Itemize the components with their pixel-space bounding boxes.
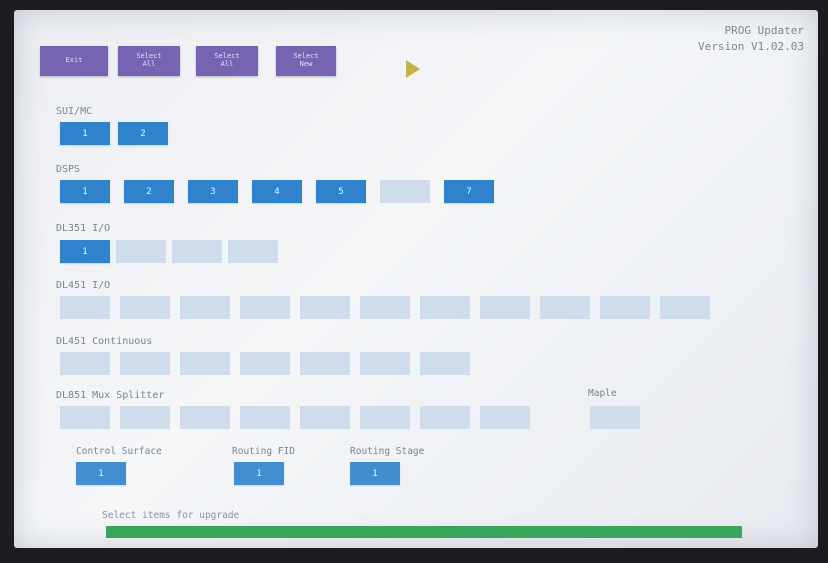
dl851-mux-button[interactable] <box>180 406 230 429</box>
button-line2: New <box>299 60 313 68</box>
progress-bar <box>106 526 742 538</box>
dl851-mux-button[interactable] <box>480 406 530 429</box>
section-title-sui-mc: SUI/MC <box>56 106 93 117</box>
dl451-continuous-button[interactable] <box>360 352 410 375</box>
dl451-io-row <box>60 296 710 319</box>
select-all-button-2[interactable]: Select All <box>196 46 258 76</box>
dsps-button-7[interactable]: 7 <box>444 180 494 203</box>
control-surface-button[interactable]: 1 <box>76 462 126 485</box>
dl451-io-button[interactable] <box>480 296 530 319</box>
dsps-button-3[interactable]: 3 <box>188 180 238 203</box>
dl451-io-button[interactable] <box>420 296 470 319</box>
sui-mc-row: 1 2 <box>60 122 168 145</box>
section-title-dl351-io: DL351 I/O <box>56 223 111 234</box>
routing-fid-button[interactable]: 1 <box>234 462 284 485</box>
dl351-io-button-1[interactable]: 1 <box>60 240 110 263</box>
dl451-continuous-row <box>60 352 470 375</box>
dsps-button-2[interactable]: 2 <box>124 180 174 203</box>
dl851-mux-button[interactable] <box>360 406 410 429</box>
dl451-io-button[interactable] <box>240 296 290 319</box>
dl451-io-button[interactable] <box>120 296 170 319</box>
dl451-io-button[interactable] <box>60 296 110 319</box>
exit-label: Exit <box>65 56 83 65</box>
dl451-io-button[interactable] <box>540 296 590 319</box>
dl451-io-button[interactable] <box>360 296 410 319</box>
updater-screen: Exit Select All Select All Select New PR… <box>14 10 818 548</box>
dl451-continuous-button[interactable] <box>300 352 350 375</box>
dl351-io-row: 1 <box>60 240 278 263</box>
app-title: PROG Updater <box>724 24 804 37</box>
dl351-io-button-3[interactable] <box>172 240 222 263</box>
dsps-button-5[interactable]: 5 <box>316 180 366 203</box>
dl851-mux-button[interactable] <box>60 406 110 429</box>
section-title-dl451-continuous: DL451 Continuous <box>56 336 153 347</box>
maple-button[interactable] <box>590 406 640 429</box>
progress-fill <box>106 526 742 538</box>
exit-button[interactable]: Exit <box>40 46 108 76</box>
section-title-dsps: DSPS <box>56 164 81 175</box>
dl351-io-button-4[interactable] <box>228 240 278 263</box>
dsps-row: 1 2 3 4 5 7 <box>60 180 494 203</box>
dl451-io-button[interactable] <box>300 296 350 319</box>
dl351-io-button-2[interactable] <box>116 240 166 263</box>
button-line2: All <box>220 60 234 68</box>
dl851-mux-button[interactable] <box>240 406 290 429</box>
dl451-continuous-button[interactable] <box>240 352 290 375</box>
dl451-io-button[interactable] <box>660 296 710 319</box>
routing-stage-button[interactable]: 1 <box>350 462 400 485</box>
section-title-routing-fid: Routing FID <box>232 446 295 457</box>
mouse-cursor-icon <box>406 60 420 78</box>
version-label: Version V1.02.03 <box>698 40 804 53</box>
select-all-button-1[interactable]: Select All <box>118 46 180 76</box>
dl851-mux-button[interactable] <box>120 406 170 429</box>
dl451-continuous-button[interactable] <box>420 352 470 375</box>
dsps-button-6[interactable] <box>380 180 430 203</box>
dl851-mux-row <box>60 406 530 429</box>
dl851-mux-button[interactable] <box>420 406 470 429</box>
section-title-routing-stage: Routing Stage <box>350 446 425 457</box>
dsps-button-1[interactable]: 1 <box>60 180 110 203</box>
dl451-continuous-button[interactable] <box>60 352 110 375</box>
select-new-button[interactable]: Select New <box>276 46 336 76</box>
section-title-dl851-mux-splitter: DL851 Mux Splitter <box>56 390 165 401</box>
dl851-mux-button[interactable] <box>300 406 350 429</box>
section-title-control-surface: Control Surface <box>76 446 162 457</box>
sui-mc-button-1[interactable]: 1 <box>60 122 110 145</box>
dl451-io-button[interactable] <box>600 296 650 319</box>
sui-mc-button-2[interactable]: 2 <box>118 122 168 145</box>
dl451-continuous-button[interactable] <box>120 352 170 375</box>
dl451-io-button[interactable] <box>180 296 230 319</box>
dsps-button-4[interactable]: 4 <box>252 180 302 203</box>
section-title-maple: Maple <box>588 388 617 399</box>
dl451-continuous-button[interactable] <box>180 352 230 375</box>
status-message: Select items for upgrade <box>102 510 240 521</box>
button-line2: All <box>142 60 156 68</box>
section-title-dl451-io: DL451 I/O <box>56 280 111 291</box>
